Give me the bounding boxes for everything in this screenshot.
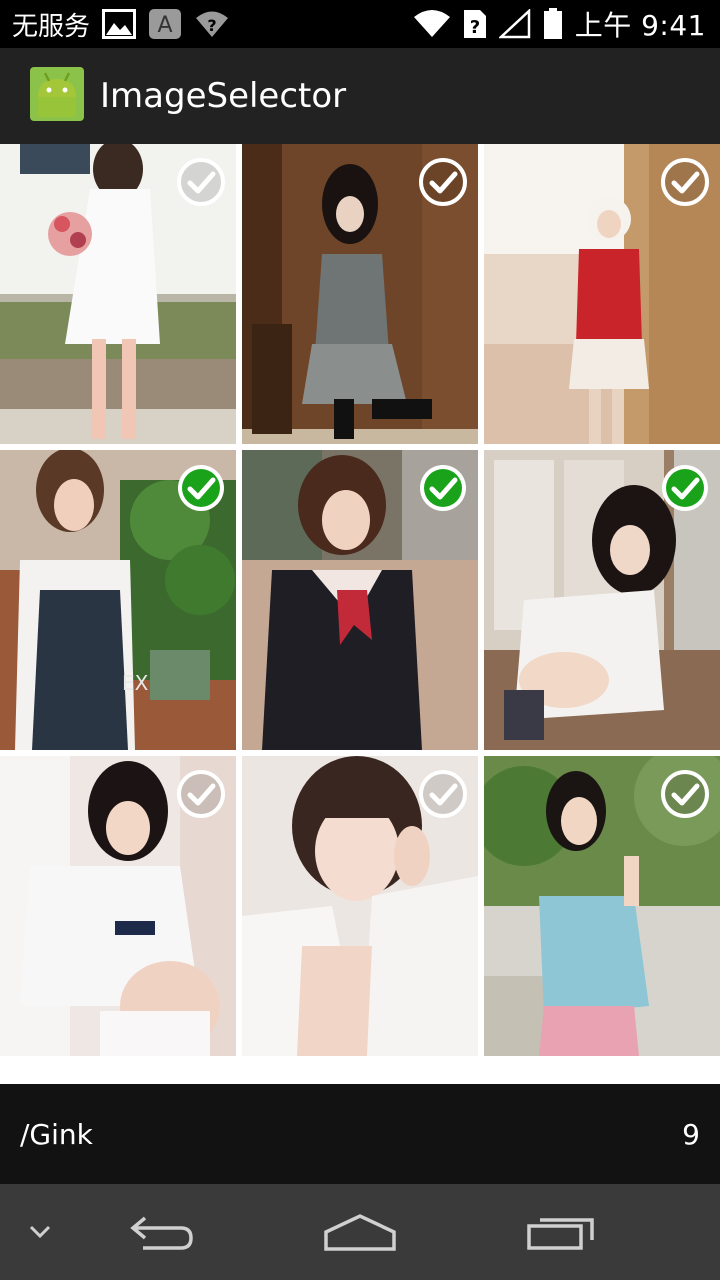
svg-text:EX: EX <box>122 671 149 695</box>
home-icon <box>324 1214 396 1251</box>
image-cell[interactable] <box>484 144 720 444</box>
check-icon[interactable] <box>418 769 468 819</box>
check-icon[interactable] <box>176 769 226 819</box>
action-bar: ImageSelector <box>0 48 720 144</box>
image-cell[interactable] <box>242 756 478 1056</box>
wifi-icon <box>413 9 451 39</box>
app-title: ImageSelector <box>100 76 347 116</box>
image-cell[interactable] <box>0 756 236 1056</box>
a-notification-icon: A <box>148 8 182 40</box>
check-icon[interactable] <box>660 769 710 819</box>
back-button[interactable] <box>120 1184 200 1280</box>
home-button[interactable] <box>320 1184 400 1280</box>
status-bar: 无服务 A ? ? 上午 9:41 <box>0 0 720 48</box>
image-cell[interactable] <box>484 756 720 1056</box>
recents-icon <box>527 1218 594 1250</box>
image-cell[interactable] <box>484 450 720 750</box>
hide-keyboard-button[interactable] <box>20 1184 60 1280</box>
image-icon <box>102 9 137 39</box>
svg-text:A: A <box>157 13 172 38</box>
navigation-bar <box>0 1184 720 1280</box>
status-bar-right: ? 上午 9:41 <box>413 4 706 44</box>
image-cell[interactable] <box>0 144 236 444</box>
image-count: 9 <box>682 1117 700 1151</box>
image-cell[interactable] <box>242 144 478 444</box>
clock: 上午 9:41 <box>574 9 706 42</box>
check-icon[interactable] <box>176 463 226 513</box>
svg-text:?: ? <box>469 17 479 38</box>
sim-unknown-icon: ? <box>463 9 487 39</box>
chevron-down-icon <box>29 1225 51 1239</box>
svg-text:?: ? <box>207 16 216 35</box>
folder-name[interactable]: /Gink <box>20 1118 93 1151</box>
wifi-unknown-icon: ? <box>194 9 230 39</box>
back-icon <box>130 1216 193 1250</box>
image-grid: EX <box>0 144 720 1056</box>
recents-button[interactable] <box>520 1184 604 1280</box>
image-cell[interactable]: EX <box>0 450 236 750</box>
android-icon[interactable] <box>30 67 84 125</box>
check-icon[interactable] <box>418 463 468 513</box>
check-icon[interactable] <box>176 157 226 207</box>
check-icon[interactable] <box>418 157 468 207</box>
check-icon[interactable] <box>660 157 710 207</box>
battery-icon <box>543 8 563 40</box>
status-bar-left: 无服务 A ? <box>12 6 230 43</box>
carrier-text: 无服务 <box>12 11 91 42</box>
folder-bar[interactable]: /Gink 9 <box>0 1084 720 1184</box>
signal-empty-icon <box>498 9 531 39</box>
image-cell[interactable] <box>242 450 478 750</box>
check-icon[interactable] <box>660 463 710 513</box>
